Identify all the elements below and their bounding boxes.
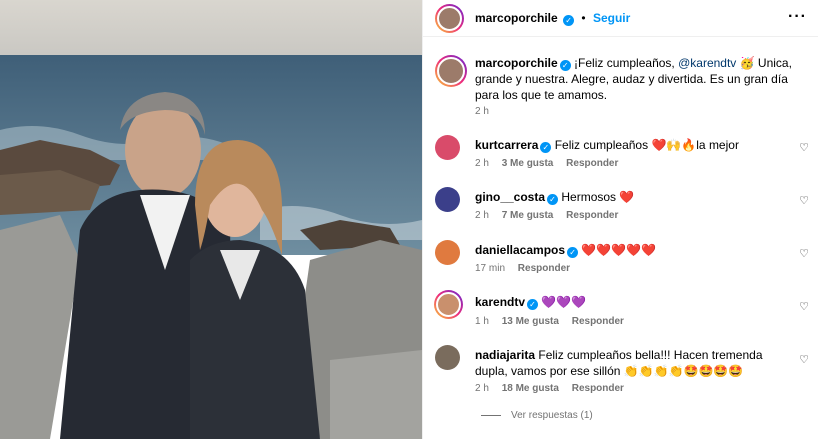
- comment-meta: 2 h 18 Me gusta Responder: [475, 383, 634, 394]
- comment-row: daniellacampos ✓ ❤️❤️❤️❤️❤️ 17 min Respon…: [423, 238, 818, 278]
- verified-icon: ✓: [547, 194, 559, 205]
- more-options-icon[interactable]: ···: [788, 8, 807, 26]
- comment-body: Hermosos: [561, 190, 620, 204]
- comment-emoji: ❤️❤️❤️❤️❤️: [581, 243, 657, 257]
- comment-emoji: 💜💜💜: [541, 295, 587, 309]
- like-heart-icon[interactable]: ♡: [799, 300, 809, 313]
- caption-meta: 2 h: [475, 106, 499, 117]
- comment-emoji: 👏👏👏👏🤩🤩🤩🤩: [623, 364, 744, 378]
- comment-username[interactable]: daniellacampos: [475, 243, 565, 257]
- comment-meta: 2 h 3 Me gusta Responder: [475, 158, 628, 169]
- post-header: marcoporchile ✓ • Seguir ···: [423, 0, 818, 37]
- caption-time: 2 h: [475, 106, 489, 117]
- like-heart-icon[interactable]: ♡: [799, 247, 809, 260]
- commenter-avatar[interactable]: [435, 187, 460, 212]
- comment-username[interactable]: nadiajarita: [475, 348, 535, 362]
- separator-dot: •: [581, 11, 586, 25]
- post-image: [0, 0, 422, 439]
- verified-icon: ✓: [559, 60, 571, 71]
- verified-icon: ✓: [527, 299, 539, 310]
- like-heart-icon[interactable]: ♡: [799, 353, 809, 366]
- commenter-avatar[interactable]: [434, 290, 463, 319]
- verified-icon: ✓: [540, 142, 552, 153]
- comment-meta: 2 h 7 Me gusta Responder: [475, 210, 628, 221]
- commenter-avatar[interactable]: [435, 135, 460, 160]
- author-avatar[interactable]: [435, 4, 464, 33]
- view-replies-button[interactable]: Ver respuestas (1): [481, 410, 593, 421]
- caption-mention[interactable]: @karendtv: [678, 56, 736, 70]
- comment-likes[interactable]: 7 Me gusta: [502, 210, 554, 221]
- comment-text: karendtv ✓ 💜💜💜: [475, 294, 586, 310]
- comment-time: 2 h: [475, 158, 489, 169]
- caption-pre: ¡Feliz cumpleaños,: [574, 56, 679, 70]
- verified-icon: ✓: [567, 247, 579, 258]
- comment-time: 2 h: [475, 383, 489, 394]
- comment-likes[interactable]: 3 Me gusta: [502, 158, 554, 169]
- commenter-avatar[interactable]: [435, 240, 460, 265]
- comment-time: 17 min: [475, 263, 506, 274]
- comment-row: kurtcarrera ✓ Feliz cumpleaños ❤️🙌🔥la mej…: [423, 133, 818, 173]
- follow-button[interactable]: Seguir: [593, 11, 630, 25]
- author-username[interactable]: marcoporchile: [475, 11, 558, 25]
- post-caption: marcoporchile ✓ ¡Feliz cumpleaños, @karen…: [423, 50, 818, 120]
- comment-emoji: ❤️: [619, 190, 635, 204]
- comment-text: gino__costa ✓ Hermosos ❤️: [475, 189, 634, 205]
- commenter-avatar[interactable]: [435, 345, 460, 370]
- comment-body: Feliz cumpleaños: [554, 138, 652, 152]
- reply-button[interactable]: Responder: [518, 263, 570, 274]
- caption-text: marcoporchile ✓ ¡Feliz cumpleaños, @karen…: [475, 55, 795, 103]
- caption-username[interactable]: marcoporchile: [475, 56, 558, 70]
- reply-button[interactable]: Responder: [566, 210, 618, 221]
- replies-divider: [481, 414, 501, 416]
- comment-meta: 17 min Responder: [475, 263, 580, 274]
- comment-username[interactable]: karendtv: [475, 295, 525, 309]
- comment-tail: la mejor: [696, 138, 739, 152]
- comment-row: gino__costa ✓ Hermosos ❤️ 2 h 7 Me gusta …: [423, 185, 818, 225]
- comment-time: 2 h: [475, 210, 489, 221]
- comment-text: kurtcarrera ✓ Feliz cumpleaños ❤️🙌🔥la mej…: [475, 137, 739, 153]
- verified-icon: ✓: [563, 15, 575, 26]
- comment-text: nadiajarita Feliz cumpleaños bella!!! Ha…: [475, 347, 775, 379]
- reply-button[interactable]: Responder: [566, 158, 618, 169]
- like-heart-icon[interactable]: ♡: [799, 141, 809, 154]
- comment-meta: 1 h 13 Me gusta Responder: [475, 316, 634, 327]
- comment-likes[interactable]: 13 Me gusta: [502, 316, 559, 327]
- comment-username[interactable]: gino__costa: [475, 190, 545, 204]
- comment-row: nadiajarita Feliz cumpleaños bella!!! Ha…: [423, 343, 818, 398]
- post-photo[interactable]: [0, 0, 422, 439]
- comment-username[interactable]: kurtcarrera: [475, 138, 538, 152]
- post-panel: marcoporchile ✓ • Seguir ··· marcoporchi…: [422, 0, 818, 439]
- comment-text: daniellacampos ✓ ❤️❤️❤️❤️❤️: [475, 242, 656, 258]
- view-replies-label[interactable]: Ver respuestas (1): [511, 410, 593, 421]
- comment-row: karendtv ✓ 💜💜💜 1 h 13 Me gusta Responder …: [423, 290, 818, 330]
- comment-likes[interactable]: 18 Me gusta: [502, 383, 559, 394]
- comment-emoji: ❤️🙌🔥: [651, 138, 697, 152]
- reply-button[interactable]: Responder: [572, 316, 624, 327]
- like-heart-icon[interactable]: ♡: [799, 194, 809, 207]
- reply-button[interactable]: Responder: [572, 383, 624, 394]
- comment-time: 1 h: [475, 316, 489, 327]
- author-avatar[interactable]: [435, 55, 467, 87]
